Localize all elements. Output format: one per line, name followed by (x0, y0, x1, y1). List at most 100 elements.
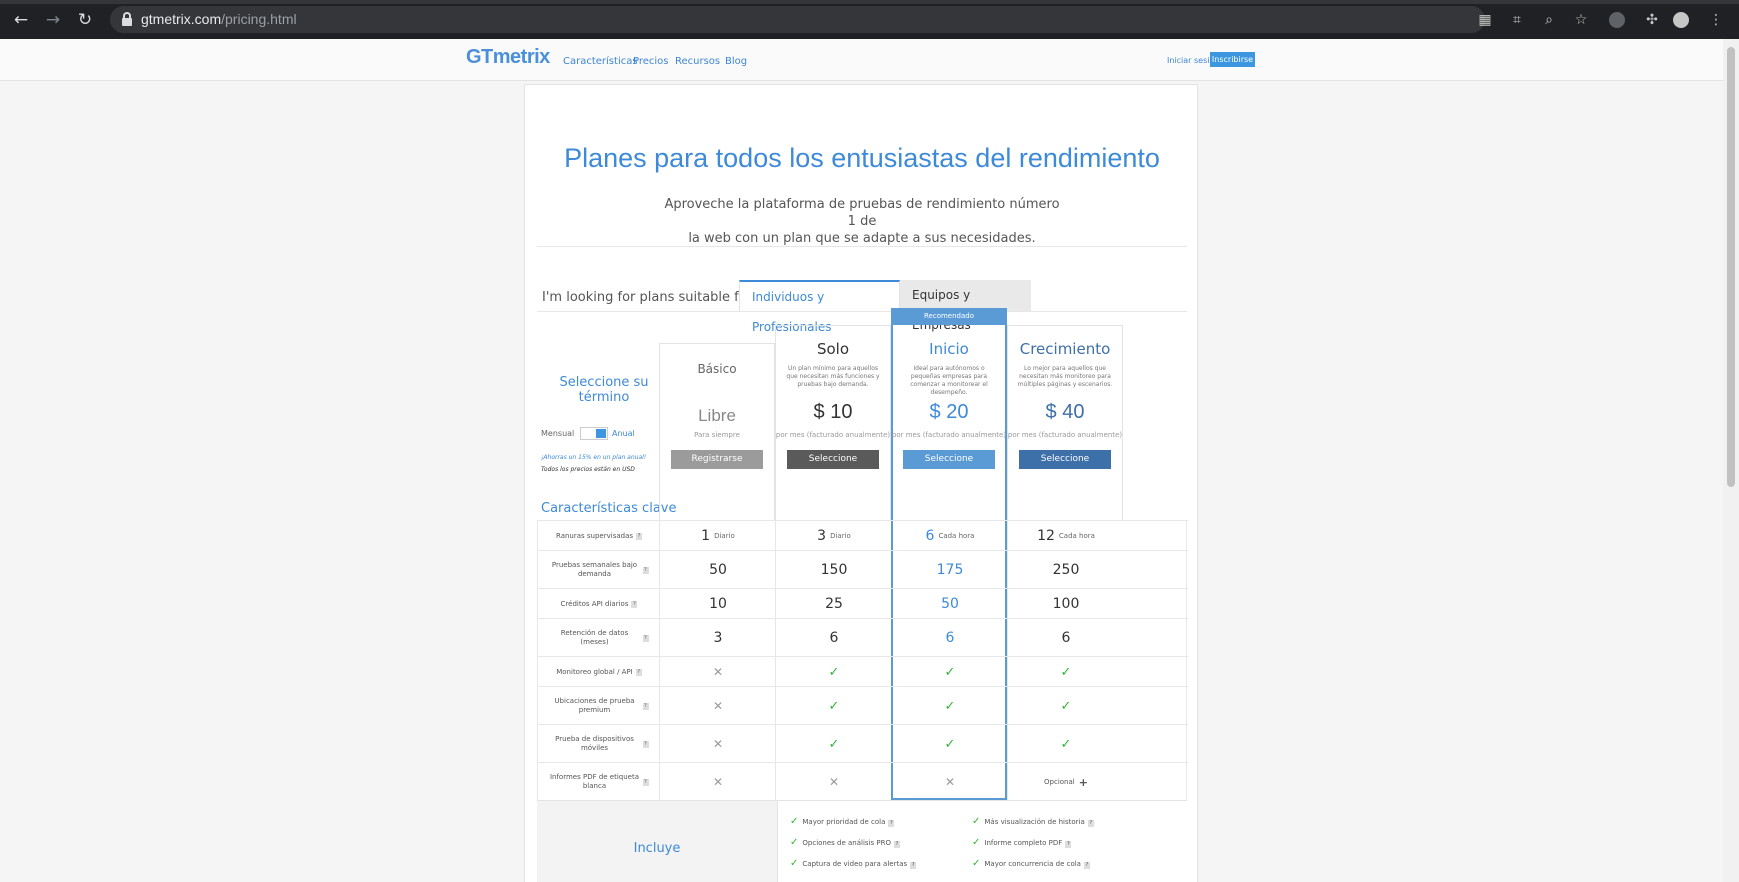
signup-button[interactable]: Inscribirse (1210, 52, 1255, 67)
bookmark-star-icon[interactable]: ☆ (1570, 9, 1592, 31)
plan-price: Libre (698, 406, 736, 425)
feature-value: 6 (1061, 630, 1071, 646)
check-icon: ✓ (828, 698, 840, 714)
feature-value: 25 (825, 596, 843, 612)
list-item: ✓ Mayor prioridad de cola? (790, 816, 895, 827)
page-viewport: GTmetrix Características Precios Recurso… (0, 39, 1723, 882)
lock-icon (122, 12, 132, 26)
check-icon: ✓ (790, 858, 799, 869)
cross-icon: ✕ (828, 775, 840, 789)
feature-value: 10 (709, 596, 727, 612)
nav-blog[interactable]: Blog (725, 56, 747, 67)
select-plan-button[interactable]: Seleccione (903, 450, 995, 469)
help-icon[interactable]: ? (642, 634, 649, 642)
annual-label: Anual (612, 429, 635, 438)
divider (775, 520, 776, 800)
check-icon: ✓ (790, 816, 799, 827)
url-text[interactable]: gtmetrix.com/pricing.html (141, 11, 297, 27)
select-plan-button[interactable]: Seleccione (787, 450, 879, 469)
plan-price: $ 40 (1045, 401, 1085, 423)
extension-icon[interactable] (1609, 12, 1625, 28)
forward-icon[interactable]: → (42, 9, 64, 31)
help-icon[interactable]: ? (1065, 841, 1072, 848)
nav-precios[interactable]: Precios (633, 56, 669, 67)
table-row: Monitoreo global / API? ✕ ✓ ✓ ✓ (538, 656, 1188, 686)
table-row: Retención de datos (meses)? 3 6 6 6 (538, 618, 1188, 656)
zoom-icon[interactable]: ⌕ (1538, 9, 1560, 31)
help-icon[interactable]: ? (642, 702, 649, 710)
help-icon[interactable]: ? (642, 778, 649, 786)
list-item: ✓ Opciones de análisis PRO? (790, 837, 900, 848)
plan-name: Inicio (929, 340, 969, 358)
menu-kebab-icon[interactable]: ⋮ (1705, 9, 1727, 31)
help-icon[interactable]: ? (635, 668, 642, 676)
feature-label: Pruebas semanales bajo demanda? (551, 561, 649, 578)
check-icon: ✓ (944, 664, 956, 680)
puzzle-extensions-icon[interactable]: ✣ (1641, 9, 1663, 31)
help-icon[interactable]: ? (1083, 862, 1090, 869)
feature-value: 50 (709, 562, 727, 578)
translate-icon[interactable]: ⌗ (1506, 9, 1528, 31)
signup-plan-button[interactable]: Registrarse (671, 450, 763, 469)
plan-description: Un plan mínimo para aquellos que necesit… (786, 365, 880, 388)
table-row: Ubicaciones de prueba premium? ✕ ✓ ✓ ✓ (538, 686, 1188, 724)
feature-value: 1 Diario (701, 528, 735, 544)
page-scrollbar[interactable] (1723, 39, 1739, 882)
check-icon: ✓ (972, 858, 981, 869)
browser-toolbar: ← → ↻ gtmetrix.com/pricing.html ▦ ⌗ ⌕ ☆ … (0, 0, 1739, 39)
help-icon[interactable]: ? (888, 820, 895, 827)
gtmetrix-logo[interactable]: GTmetrix (466, 46, 550, 69)
feature-label: Retención de datos (meses)? (560, 629, 649, 646)
pricing-card: Planes para todos los entusiastas del re… (524, 84, 1198, 882)
check-icon: ✓ (790, 837, 799, 848)
check-icon: ✓ (972, 837, 981, 848)
qr-code-icon[interactable]: ▦ (1474, 9, 1496, 31)
check-icon: ✓ (944, 698, 956, 714)
list-item: ✓ Mayor concurrencia de cola? (972, 858, 1090, 869)
check-icon: ✓ (1060, 664, 1072, 680)
monthly-label: Mensual (541, 429, 575, 438)
list-item: ✓ Más visualización de historia? (972, 816, 1094, 827)
table-row: Informes PDF de etiqueta blanca? ✕ ✕ ✕ O… (538, 762, 1188, 800)
divider (659, 520, 660, 800)
toggle-knob (596, 429, 606, 438)
check-icon: ✓ (944, 736, 956, 752)
select-plan-button[interactable]: Seleccione (1019, 450, 1111, 469)
table-row: Prueba de dispositivos móviles? ✕ ✓ ✓ ✓ (538, 724, 1188, 762)
includes-title: Incluye (633, 841, 681, 856)
feature-label: Ranuras supervisadas? (555, 531, 643, 540)
plan-price: $ 10 (813, 401, 853, 423)
site-header: GTmetrix Características Precios Recurso… (0, 39, 1723, 81)
reload-icon[interactable]: ↻ (74, 9, 96, 31)
help-icon[interactable]: ? (893, 841, 900, 848)
profile-avatar-icon[interactable] (1673, 12, 1689, 28)
feature-value: 3 (713, 630, 723, 646)
plan-description: Ideal para autónomos o pequeñas empresas… (910, 365, 988, 396)
cross-icon: ✕ (712, 737, 724, 751)
scrollbar-thumb[interactable] (1727, 47, 1735, 487)
plan-name: Básico (697, 362, 737, 376)
help-icon[interactable]: ? (642, 740, 649, 748)
nav-caracteristicas[interactable]: Características (563, 56, 638, 67)
billing-toggle[interactable] (580, 427, 608, 440)
feature-label: Ubicaciones de prueba premium? (554, 697, 649, 714)
help-icon[interactable]: ? (1087, 820, 1094, 827)
back-icon[interactable]: ← (10, 9, 32, 31)
plus-icon[interactable]: + (1079, 776, 1088, 789)
feature-label: Monitoreo global / API? (556, 667, 642, 676)
divider (1007, 520, 1008, 800)
help-icon[interactable]: ? (636, 532, 643, 540)
check-icon: ✓ (1060, 698, 1072, 714)
address-bar[interactable]: gtmetrix.com/pricing.html (110, 6, 1485, 33)
feature-value: 6 (829, 630, 839, 646)
includes-list: ✓ Mayor prioridad de cola? ✓ Más visualiza… (777, 801, 1187, 882)
feature-value: 6 (945, 630, 955, 646)
help-icon[interactable]: ? (631, 600, 638, 608)
check-icon: ✓ (828, 736, 840, 752)
help-icon[interactable]: ? (642, 566, 649, 574)
nav-recursos[interactable]: Recursos (675, 56, 720, 67)
check-icon: ✓ (828, 664, 840, 680)
tab-strip (0, 0, 1739, 4)
feature-value: 50 (941, 596, 959, 612)
help-icon[interactable]: ? (910, 862, 917, 869)
